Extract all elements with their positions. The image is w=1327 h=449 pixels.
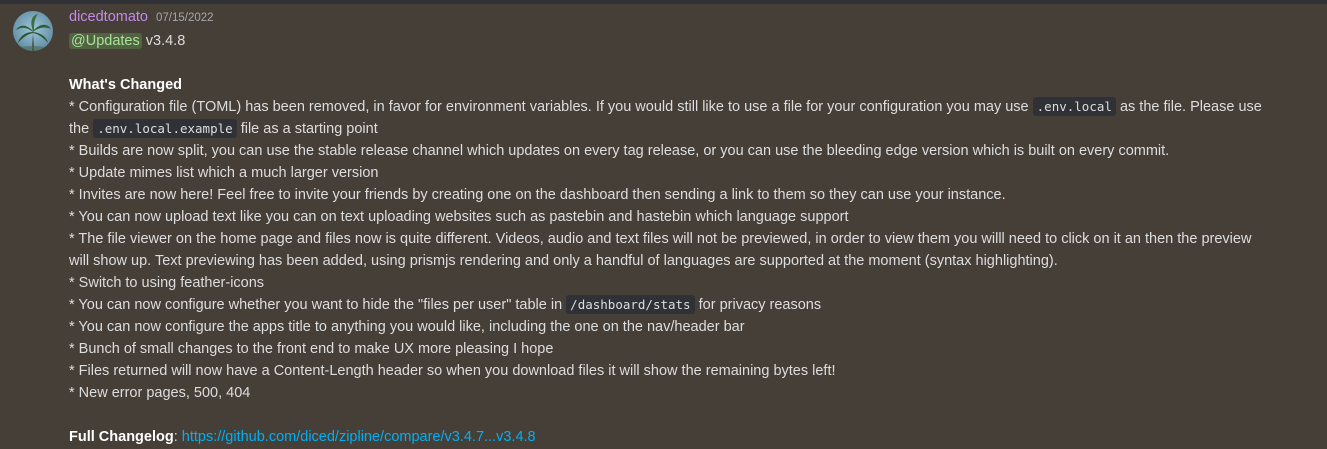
config-line-1: * Configuration file (TOML) has been rem… (69, 96, 1319, 118)
content-length-line: * Files returned will now have a Content… (69, 363, 836, 379)
whats-changed-heading: What's Changed (69, 77, 183, 93)
title-line: * You can now configure the apps title t… (69, 319, 745, 335)
palm-tree-avatar-icon (13, 11, 53, 51)
timestamp: 07/15/2022 (156, 12, 214, 24)
viewer-line-1: * The file viewer on the home page and f… (69, 231, 1252, 247)
config-text-3: the (69, 121, 90, 137)
username[interactable]: dicedtomato (69, 9, 148, 25)
whats-changed-line: What's Changed (69, 74, 1319, 96)
avatar[interactable] (13, 11, 53, 51)
frontend-line: * Bunch of small changes to the front en… (69, 341, 554, 357)
stats-text-1: * You can now configure whether you want… (69, 297, 563, 313)
role-mention[interactable]: @Updates (69, 33, 142, 49)
inline-code-env-local: .env.local (1032, 97, 1116, 116)
full-changelog-link[interactable]: https://github.com/diced/zipline/compare… (182, 429, 536, 445)
stats-line: * You can now configure whether you want… (69, 294, 1319, 316)
message-content: @Updates v3.4.8 What's Changed * Configu… (69, 30, 1319, 448)
message-header: dicedtomato 07/15/2022 (69, 9, 214, 29)
full-changelog-line: Full Changelog: https://github.com/diced… (69, 426, 1319, 448)
config-text-2: as the file. Please use (1119, 99, 1262, 115)
mimes-line: * Update mimes list which a much larger … (69, 165, 379, 181)
mention-line: @Updates v3.4.8 (69, 30, 1319, 52)
config-text-1: * Configuration file (TOML) has been rem… (69, 99, 1029, 115)
chat-message: dicedtomato 07/15/2022 @Updates v3.4.8 W… (0, 4, 1327, 449)
inline-code-env-local-example: .env.local.example (93, 119, 237, 138)
config-text-4: file as a starting point (240, 121, 378, 137)
stats-text-2: for privacy reasons (698, 297, 822, 313)
full-changelog-label: Full Changelog (69, 429, 174, 445)
version-text: v3.4.8 (145, 33, 186, 49)
inline-code-dashboard-stats: /dashboard/stats (566, 295, 695, 314)
text-upload-line: * You can now upload text like you can o… (69, 209, 849, 225)
builds-line: * Builds are now split, you can use the … (69, 143, 1170, 159)
errors-line: * New error pages, 500, 404 (69, 385, 251, 401)
config-line-2: the .env.local.example file as a startin… (69, 118, 1319, 140)
feather-line: * Switch to using feather-icons (69, 275, 265, 291)
full-changelog-separator: : (173, 429, 178, 445)
viewer-line-2: will show up. Text previewing has been a… (69, 253, 1058, 269)
invites-line: * Invites are now here! Feel free to inv… (69, 187, 1006, 203)
